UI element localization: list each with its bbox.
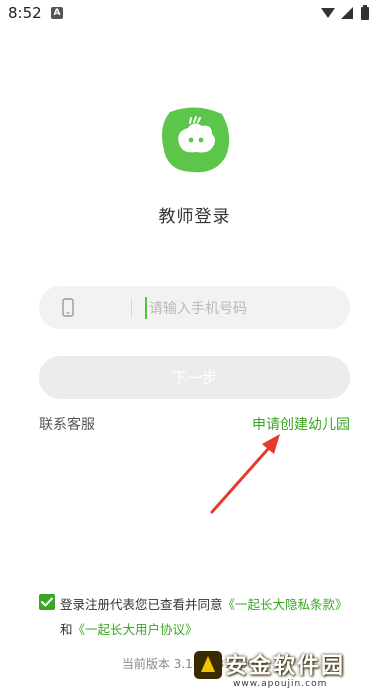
phone-input[interactable]: [147, 286, 341, 331]
agreement-prefix: 登录注册代表您已查看并同意: [60, 597, 223, 612]
login-screen: 8:52 A 教师登录 请输入手机号码 下一步 联系客服 申请创建幼儿园 登录注…: [0, 0, 389, 693]
agreement-and: 和: [60, 622, 73, 637]
user-agreement-link[interactable]: 《一起长大用户协议》: [73, 622, 198, 637]
annotation-arrow-icon: [210, 434, 280, 514]
page-title: 教师登录: [158, 207, 231, 227]
app-logo: [160, 106, 232, 174]
notification-icon: A: [51, 7, 63, 19]
watermark: 安金软件园 www.apoujin.com: [193, 648, 389, 693]
status-time: 8:52: [8, 4, 42, 22]
signal-wifi-battery-icon: [321, 5, 369, 20]
agreement-text: 登录注册代表您已查看并同意《一起长大隐私条款》和《一起长大用户协议》: [60, 592, 360, 642]
check-icon: [41, 597, 53, 607]
watermark-logo-icon: [194, 651, 222, 679]
phone-icon: [62, 298, 74, 321]
watermark-url: www.apoujin.com: [233, 679, 328, 689]
phone-divider: [131, 298, 132, 318]
watermark-text: 安金软件园: [225, 654, 346, 679]
agreement-checkbox[interactable]: [39, 594, 55, 610]
status-icons: [319, 5, 379, 25]
phone-field[interactable]: [39, 286, 350, 331]
privacy-policy-link[interactable]: 《一起长大隐私条款》: [223, 597, 348, 612]
contact-support-link[interactable]: 联系客服: [39, 414, 95, 434]
next-button[interactable]: 下一步: [39, 356, 350, 399]
status-bar: 8:52 A: [0, 0, 389, 26]
